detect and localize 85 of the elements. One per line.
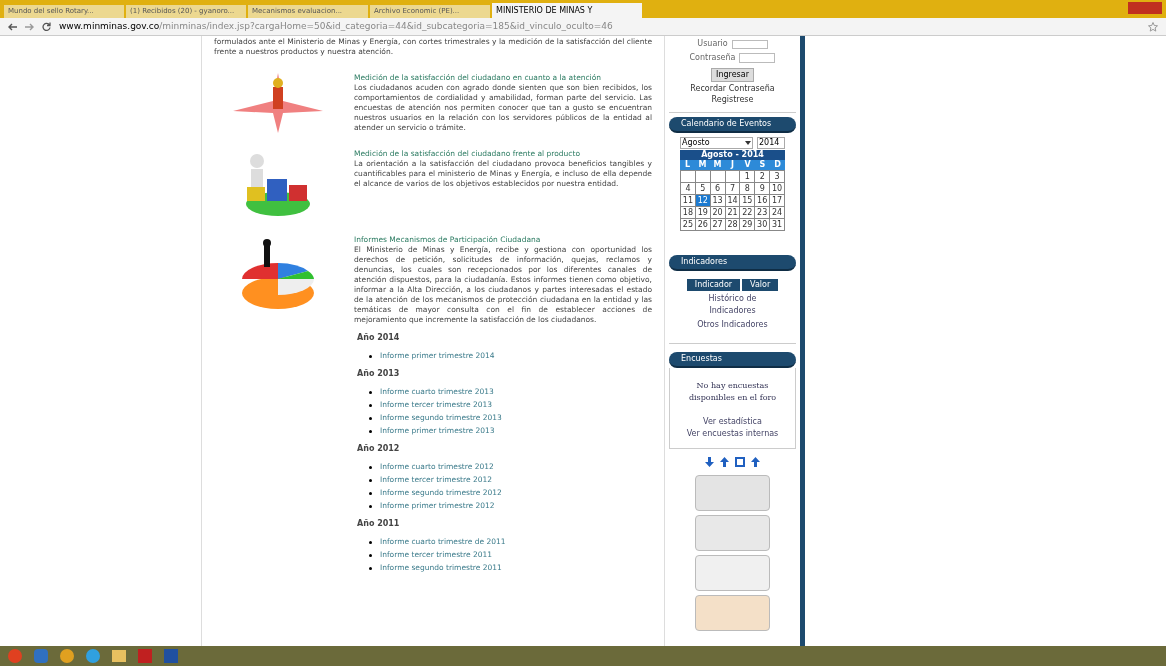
bullet-icon bbox=[369, 390, 372, 394]
arrow-up-icon[interactable] bbox=[751, 457, 760, 467]
weekday-label: J bbox=[729, 160, 735, 170]
login-button[interactable]: Ingresar bbox=[711, 68, 754, 82]
user-field[interactable] bbox=[731, 39, 768, 49]
reload-icon[interactable] bbox=[42, 22, 51, 31]
year-heading: Año 2014 bbox=[357, 333, 401, 343]
calendar-day[interactable]: 1 bbox=[740, 171, 756, 183]
calendar-day[interactable]: 31 bbox=[770, 219, 785, 231]
bullet-icon bbox=[369, 429, 372, 433]
calendar-day[interactable]: 2 bbox=[755, 171, 771, 183]
bullet-icon bbox=[369, 566, 372, 570]
start-icon[interactable] bbox=[8, 649, 22, 663]
weekday-label: L bbox=[683, 160, 692, 170]
calendar-day[interactable]: 11 bbox=[681, 195, 696, 207]
app-icon[interactable] bbox=[138, 649, 152, 663]
bullet-icon bbox=[369, 491, 372, 495]
calendar-day[interactable]: 25 bbox=[681, 219, 696, 231]
bullet-icon bbox=[369, 540, 372, 544]
app-icon[interactable] bbox=[34, 649, 48, 663]
year-heading: Año 2013 bbox=[357, 369, 401, 379]
app-icon[interactable] bbox=[60, 649, 74, 663]
calendar-day[interactable]: 22 bbox=[740, 207, 756, 219]
column-header: Indicador bbox=[686, 279, 741, 291]
weekday-label: M bbox=[697, 160, 708, 170]
month-select[interactable]: Agosto bbox=[680, 137, 753, 149]
calendar-day[interactable]: 16 bbox=[755, 195, 771, 207]
arrow-up-icon[interactable] bbox=[720, 457, 729, 467]
square-icon[interactable] bbox=[735, 457, 745, 467]
arrow-down-icon[interactable] bbox=[705, 457, 714, 467]
year-heading: Año 2012 bbox=[357, 444, 401, 454]
survey-message: No hay encuestas disponibles en el foro bbox=[687, 380, 778, 404]
indicator-link[interactable]: Otros Indicadores bbox=[692, 319, 773, 331]
calendar-title: Agosto - 2014 bbox=[680, 150, 785, 160]
forward-icon[interactable] bbox=[25, 22, 34, 31]
banner-image[interactable] bbox=[695, 555, 770, 591]
app-icon[interactable] bbox=[86, 649, 100, 663]
weekday-label: V bbox=[743, 160, 752, 170]
calendar-day[interactable]: 3 bbox=[770, 171, 785, 183]
calendar-day[interactable]: 10 bbox=[770, 183, 785, 195]
folder-icon[interactable] bbox=[112, 650, 126, 662]
weekday-label: S bbox=[758, 160, 767, 170]
back-icon[interactable] bbox=[8, 22, 17, 31]
browser-tab[interactable]: MINISTERIO DE MINAS Y bbox=[492, 3, 642, 18]
weekday-label: M bbox=[712, 160, 723, 170]
bullet-icon bbox=[369, 553, 372, 557]
panel-heading: Calendario de Eventos bbox=[669, 117, 796, 133]
calendar-day[interactable]: 9 bbox=[755, 183, 771, 195]
calendar-day[interactable]: 8 bbox=[740, 183, 756, 195]
login-link[interactable]: Registrese bbox=[711, 95, 754, 104]
calendar-day[interactable]: 24 bbox=[770, 207, 785, 219]
panel-heading: Indicadores bbox=[669, 255, 796, 271]
field-label: Usuario bbox=[697, 38, 728, 50]
bullet-icon bbox=[369, 478, 372, 482]
survey-link[interactable]: Ver estadística bbox=[703, 416, 762, 428]
calendar-day[interactable]: 23 bbox=[755, 207, 771, 219]
window-controls-icon[interactable] bbox=[1128, 2, 1162, 14]
calendar-day[interactable]: 4 bbox=[681, 183, 696, 195]
banner-image[interactable] bbox=[695, 595, 770, 631]
survey-link[interactable]: Ver encuestas internas bbox=[686, 428, 779, 440]
year-heading: Año 2011 bbox=[357, 519, 401, 529]
field-label: Contraseña bbox=[689, 52, 736, 64]
year-field[interactable]: 2014 bbox=[757, 137, 785, 149]
column-header: Valor bbox=[742, 279, 779, 291]
password-field[interactable] bbox=[739, 53, 776, 63]
weekday-label: D bbox=[773, 160, 782, 170]
banner-image[interactable] bbox=[695, 515, 770, 551]
calendar-day[interactable]: 18 bbox=[681, 207, 696, 219]
bookmark-star-icon[interactable] bbox=[1148, 21, 1158, 32]
panel-heading: Encuestas bbox=[669, 352, 796, 368]
bullet-icon bbox=[369, 465, 372, 469]
login-link[interactable]: Recordar Contraseña bbox=[690, 84, 775, 93]
banner-image[interactable] bbox=[695, 475, 770, 511]
calendar-day[interactable]: 17 bbox=[770, 195, 785, 207]
bullet-icon bbox=[369, 403, 372, 407]
caret-icon bbox=[745, 141, 751, 145]
bullet-icon bbox=[369, 504, 372, 508]
calendar-day[interactable]: 15 bbox=[740, 195, 756, 207]
calendar-day[interactable]: 29 bbox=[740, 219, 756, 231]
calendar-day[interactable]: 30 bbox=[755, 219, 771, 231]
bullet-icon bbox=[369, 354, 372, 358]
url-field[interactable]: www.minminas.gov.co/minminas/index.jsp?cargaHome=50&id_categoria=44&id_subcategoria=185&id_vinculo_oculto=46 bbox=[59, 19, 1140, 34]
app-icon[interactable] bbox=[164, 649, 178, 663]
bullet-icon bbox=[369, 416, 372, 420]
indicator-link[interactable]: Histórico de Indicadores bbox=[692, 293, 773, 317]
